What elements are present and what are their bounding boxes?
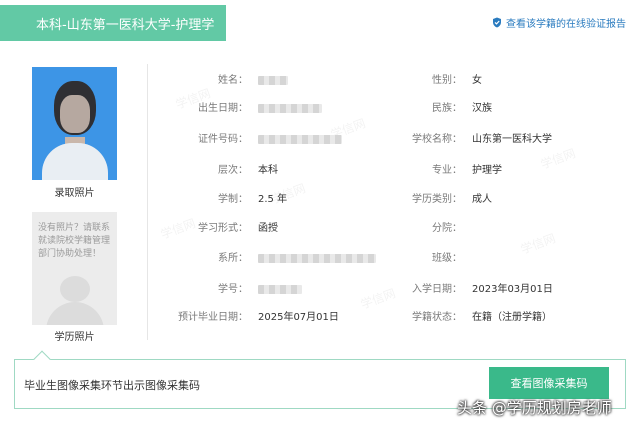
credit-watermark: 头条 @学历规划房老师 bbox=[457, 399, 612, 417]
field-value: 函授 bbox=[258, 223, 278, 234]
field-label: 专业： bbox=[432, 165, 462, 176]
shield-check-icon bbox=[492, 17, 502, 28]
field-label: 姓名： bbox=[218, 75, 248, 86]
field-value: 2023年03月01日 bbox=[472, 284, 553, 295]
field-label: 分院： bbox=[432, 223, 462, 234]
field-label: 性别： bbox=[432, 75, 462, 86]
field-label: 民族： bbox=[432, 103, 462, 114]
diploma-photo-placeholder-text: 没有照片？请联系就读院校学籍管理部门协助处理！ bbox=[38, 223, 111, 259]
field-value bbox=[258, 102, 322, 116]
field-label: 学历类别： bbox=[412, 194, 462, 205]
field-value: 山东第一医科大学 bbox=[472, 134, 552, 145]
field-value: 成人 bbox=[472, 194, 492, 205]
redacted-value bbox=[258, 75, 288, 85]
diploma-photo-label: 学历照片 bbox=[54, 332, 95, 343]
field-label: 层次： bbox=[218, 165, 248, 176]
field-label: 系所： bbox=[218, 253, 248, 264]
column-divider bbox=[147, 64, 148, 340]
field-label: 学制： bbox=[218, 194, 248, 205]
field-value: 2.5 年 bbox=[258, 194, 288, 205]
field-value: 汉族 bbox=[472, 103, 492, 114]
field-label: 学号： bbox=[218, 284, 248, 295]
diploma-photo-placeholder: 没有照片？请联系就读院校学籍管理部门协助处理！ bbox=[32, 212, 117, 325]
field-value bbox=[258, 133, 342, 147]
field-label: 入学日期： bbox=[412, 284, 462, 295]
verify-report-link-label: 查看该学籍的在线验证报告 bbox=[506, 19, 626, 30]
field-value: 护理学 bbox=[472, 165, 502, 176]
field-value bbox=[258, 252, 376, 266]
redacted-value bbox=[258, 134, 342, 144]
field-label: 预计毕业日期： bbox=[178, 312, 248, 323]
background-watermark: 学信网 bbox=[538, 146, 578, 172]
page-title: 本科-山东第一医科大学-护理学 bbox=[36, 17, 215, 33]
verify-report-link[interactable]: 查看该学籍的在线验证报告 bbox=[492, 15, 626, 30]
field-label: 学籍状态： bbox=[412, 312, 462, 323]
field-value: 本科 bbox=[258, 165, 278, 176]
background-watermark: 学信网 bbox=[518, 231, 558, 257]
redacted-value bbox=[258, 103, 322, 113]
view-image-code-button[interactable]: 查看图像采集码 bbox=[489, 367, 609, 399]
field-value: 2025年07月01日 bbox=[258, 312, 339, 323]
admission-photo bbox=[32, 67, 117, 180]
header-tab: 本科-山东第一医科大学-护理学 bbox=[0, 5, 226, 41]
field-value bbox=[258, 283, 302, 297]
field-label: 班级： bbox=[432, 253, 462, 264]
avatar-placeholder-head bbox=[60, 276, 90, 302]
field-label: 出生日期： bbox=[198, 103, 248, 114]
footer-notice-text: 毕业生图像采集环节出示图像采集码 bbox=[24, 379, 200, 392]
redacted-value bbox=[258, 284, 302, 294]
field-value: 女 bbox=[472, 75, 482, 86]
avatar-placeholder-body bbox=[46, 302, 104, 325]
field-label: 学习形式： bbox=[198, 223, 248, 234]
student-record-card: 学信网 学信网 学信网 学信网 学信网 学信网 学信网 本科-山东第一医科大学-… bbox=[0, 0, 640, 423]
admission-photo-label: 录取照片 bbox=[54, 188, 95, 199]
field-label: 学校名称： bbox=[412, 134, 462, 145]
field-value bbox=[258, 74, 288, 88]
redacted-value bbox=[258, 253, 376, 263]
field-label: 证件号码： bbox=[198, 134, 248, 145]
field-value: 在籍（注册学籍） bbox=[472, 312, 552, 323]
